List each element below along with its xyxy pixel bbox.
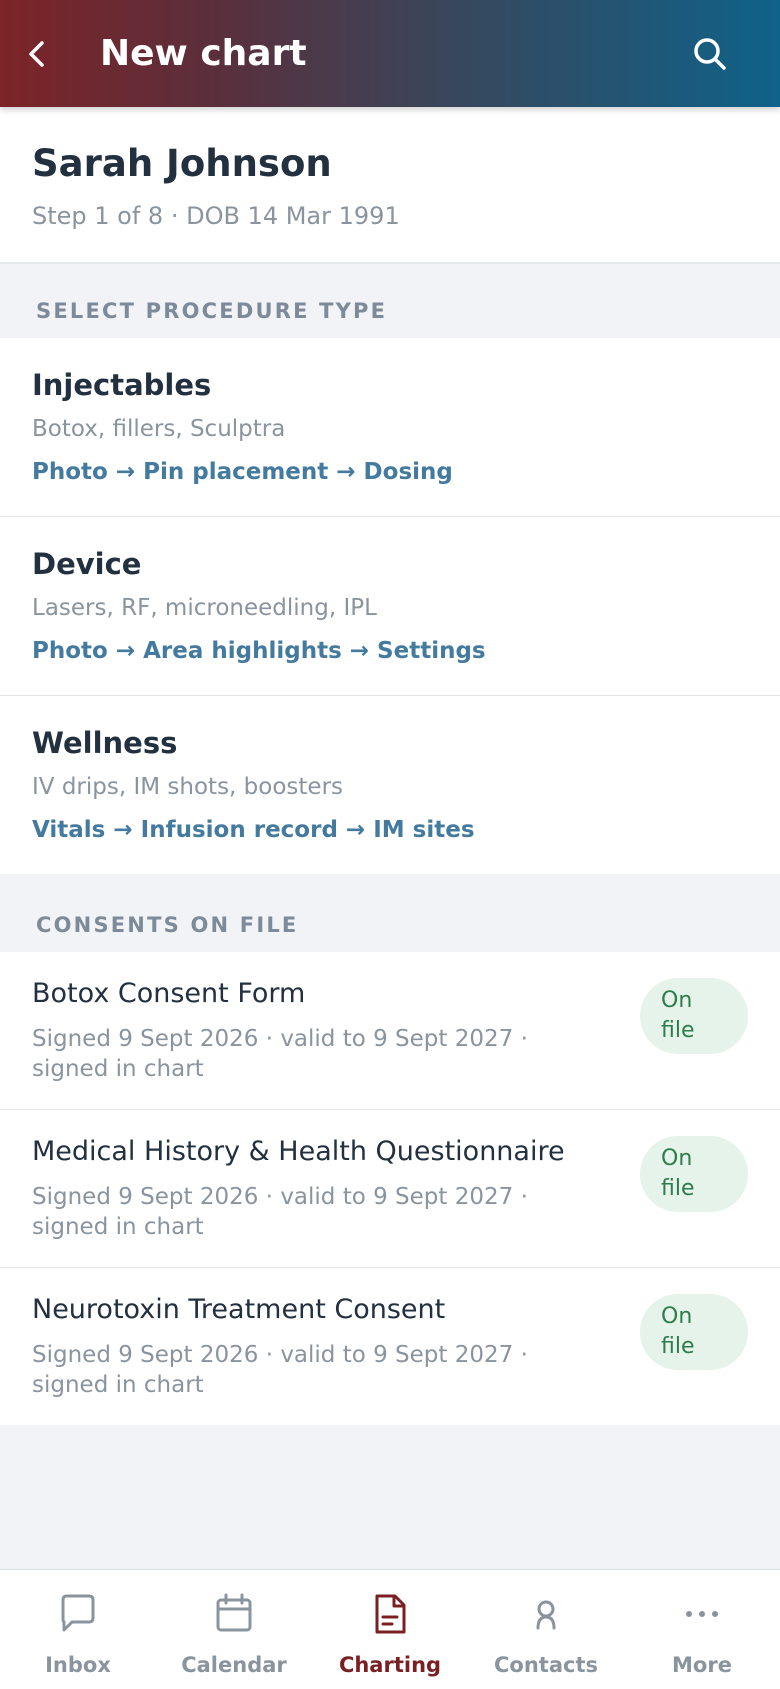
- nav-label: Calendar: [181, 1653, 287, 1677]
- procedure-title: Injectables: [32, 368, 212, 402]
- nav-label: Inbox: [45, 1653, 111, 1677]
- person-icon: [536, 1600, 556, 1630]
- app-header: New chart: [0, 0, 780, 107]
- search-button[interactable]: [690, 34, 730, 74]
- procedure-section-label: SELECT PROCEDURE TYPE: [36, 299, 388, 323]
- status-badge-line1: On: [661, 988, 693, 1013]
- procedure-description: IV drips, IM shots, boosters: [32, 774, 344, 800]
- nav-label: More: [672, 1653, 732, 1677]
- nav-item-more[interactable]: More: [624, 1570, 780, 1689]
- consent-title: Neurotoxin Treatment Consent: [32, 1294, 446, 1325]
- status-badge: On file: [640, 1136, 748, 1212]
- chat-bubble-icon: [61, 1594, 95, 1632]
- nav-label: Charting: [338, 1653, 442, 1677]
- nav-label: Contacts: [494, 1653, 598, 1677]
- status-badge-line1: On: [661, 1146, 693, 1171]
- nav-item-contacts[interactable]: Contacts: [468, 1570, 624, 1689]
- status-badge: On file: [640, 978, 748, 1054]
- procedure-flow: Photo → Pin placement → Dosing: [32, 459, 453, 485]
- document-icon: [375, 1594, 406, 1634]
- nav-item-calendar[interactable]: Calendar: [156, 1570, 312, 1689]
- more-dots-icon: [686, 1611, 718, 1617]
- status-badge: On file: [640, 1294, 748, 1370]
- consents-section-label: CONSENTS ON FILE: [36, 913, 299, 937]
- patient-card: Sarah Johnson Step 1 of 8 · DOB 14 Mar 1…: [0, 107, 780, 264]
- consent-detail: Signed 9 Sept 2026 · valid to 9 Sept 202…: [32, 1342, 528, 1398]
- back-button[interactable]: [22, 30, 56, 78]
- patient-name: Sarah Johnson: [32, 142, 332, 185]
- consent-item[interactable]: Botox Consent Form Signed 9 Sept 2026 · …: [0, 952, 780, 1110]
- procedure-option-injectables[interactable]: Injectables Botox, fillers, Sculptra Pho…: [0, 338, 780, 517]
- consent-title: Botox Consent Form: [32, 978, 306, 1009]
- procedure-description: Lasers, RF, microneedling, IPL: [32, 595, 377, 621]
- status-badge-line2: file: [661, 1334, 695, 1359]
- procedure-title: Device: [32, 547, 142, 581]
- search-icon: [694, 38, 726, 70]
- consent-detail: Signed 9 Sept 2026 · valid to 9 Sept 202…: [32, 1026, 528, 1082]
- procedure-description: Botox, fillers, Sculptra: [32, 416, 286, 442]
- chevron-left-icon: [29, 41, 44, 67]
- bottom-nav: Inbox Calendar Charting Contacts More: [0, 1569, 780, 1689]
- procedure-title: Wellness: [32, 726, 178, 760]
- status-badge-line2: file: [661, 1018, 695, 1043]
- procedure-flow: Vitals → Infusion record → IM sites: [32, 817, 475, 843]
- procedure-flow: Photo → Area highlights → Settings: [32, 638, 486, 664]
- procedure-option-wellness[interactable]: Wellness IV drips, IM shots, boosters Vi…: [0, 696, 780, 874]
- status-badge-line1: On: [661, 1304, 693, 1329]
- calendar-icon: [216, 1593, 252, 1632]
- patient-subtitle: Step 1 of 8 · DOB 14 Mar 1991: [32, 202, 400, 230]
- consent-item[interactable]: Medical History & Health Questionnaire S…: [0, 1110, 780, 1268]
- status-badge-line2: file: [661, 1176, 695, 1201]
- page-title: New chart: [100, 33, 307, 74]
- nav-item-charting[interactable]: Charting: [312, 1570, 468, 1689]
- consent-title: Medical History & Health Questionnaire: [32, 1136, 565, 1167]
- procedure-option-device[interactable]: Device Lasers, RF, microneedling, IPL Ph…: [0, 517, 780, 696]
- consent-item[interactable]: Neurotoxin Treatment Consent Signed 9 Se…: [0, 1268, 780, 1425]
- nav-item-inbox[interactable]: Inbox: [0, 1570, 156, 1689]
- consent-detail: Signed 9 Sept 2026 · valid to 9 Sept 202…: [32, 1184, 528, 1240]
